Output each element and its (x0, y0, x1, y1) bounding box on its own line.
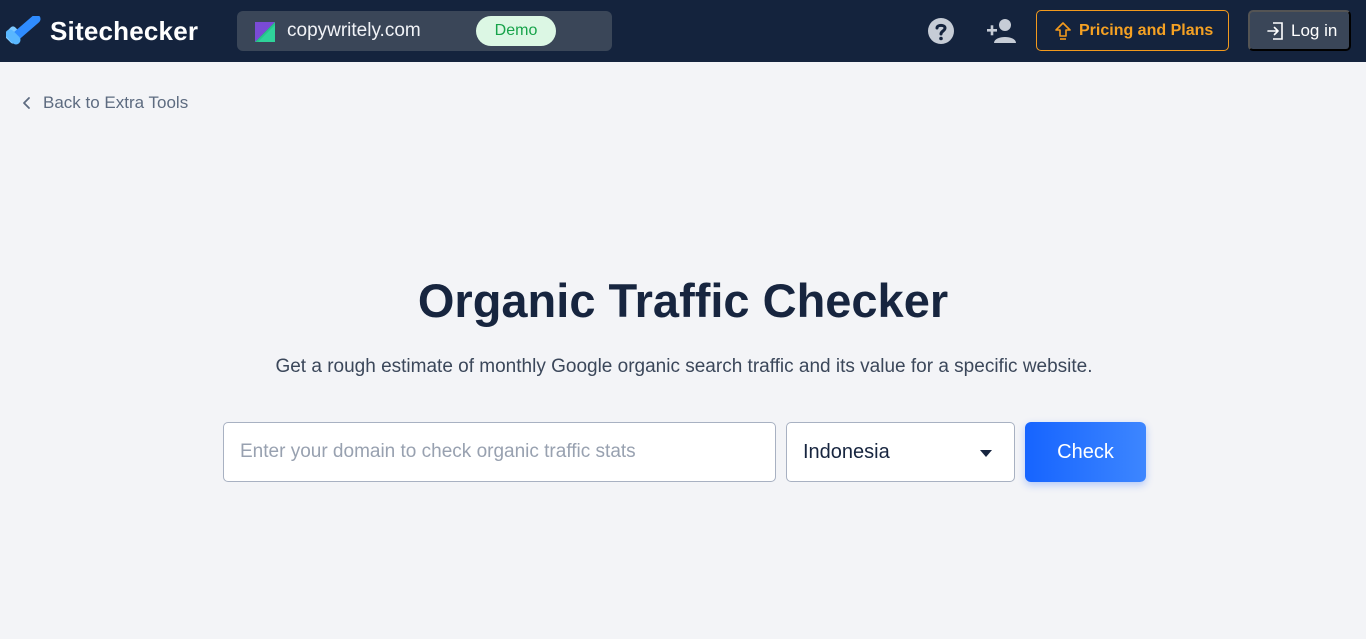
upgrade-arrow-icon (1055, 21, 1071, 40)
login-button-label: Log in (1291, 20, 1338, 40)
chevron-left-icon (23, 97, 30, 109)
login-button[interactable]: Log in (1248, 10, 1351, 51)
caret-down-icon (980, 450, 992, 457)
login-icon (1267, 21, 1283, 40)
brand-name: Sitechecker (50, 15, 199, 46)
back-link-label: Back to Extra Tools (43, 93, 189, 112)
add-user-icon[interactable] (987, 18, 1017, 44)
check-button[interactable]: Check (1025, 422, 1146, 482)
demo-badge: Demo (476, 16, 556, 46)
project-domain: copywritely.com (287, 20, 421, 41)
project-favicon-icon (255, 22, 275, 42)
pricing-and-plans-button[interactable]: Pricing and Plans (1036, 10, 1229, 51)
selected-country: Indonesia (803, 440, 890, 463)
page-subtitle: Get a rough estimate of monthly Google o… (275, 356, 1093, 377)
back-to-extra-tools-link[interactable]: Back to Extra Tools (22, 92, 188, 114)
domain-input[interactable] (223, 422, 776, 482)
pricing-button-label: Pricing and Plans (1079, 21, 1214, 39)
page-title: Organic Traffic Checker (417, 274, 949, 327)
help-icon[interactable] (927, 17, 955, 45)
check-logo-icon (6, 16, 41, 45)
sitechecker-logo[interactable]: Sitechecker (6, 15, 198, 47)
project-selector[interactable]: copywritely.com Demo (237, 11, 612, 51)
top-navigation-bar: Sitechecker copywritely.com Demo Pricing… (0, 0, 1366, 62)
country-select[interactable]: Indonesia (786, 422, 1015, 482)
